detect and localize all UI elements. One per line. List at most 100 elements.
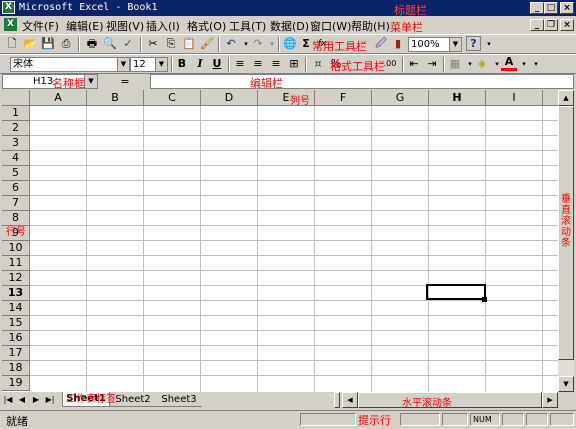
font-color-icon[interactable]: A — [501, 56, 517, 71]
row-header-19[interactable]: 19 — [2, 376, 30, 391]
underline-button[interactable]: U — [209, 56, 225, 72]
chevron-down-icon[interactable]: ▼ — [449, 38, 461, 51]
align-left-icon[interactable]: ≡ — [232, 56, 248, 72]
active-cell[interactable] — [426, 284, 486, 300]
new-icon[interactable]: 🗋 — [4, 36, 20, 52]
row-header-10[interactable]: 10 — [2, 241, 30, 256]
minimize-button[interactable]: _ — [530, 2, 544, 14]
excel-icon[interactable]: X — [2, 1, 15, 14]
scroll-down-button[interactable]: ▼ — [558, 376, 574, 392]
next-sheet-button[interactable]: ▶ — [30, 394, 42, 406]
row-header-6[interactable]: 6 — [2, 181, 30, 196]
tab-split-handle[interactable] — [334, 392, 340, 408]
chevron-down-icon[interactable]: ▼ — [155, 58, 167, 71]
menu-insert[interactable]: 插入(I) — [146, 18, 180, 34]
doc-restore-button[interactable]: ❐ — [544, 19, 558, 31]
doc-minimize-button[interactable]: _ — [530, 19, 544, 31]
permission-icon[interactable]: ⎙ — [58, 36, 74, 52]
column-header-c[interactable]: C — [144, 90, 201, 106]
close-button[interactable]: × — [560, 2, 574, 14]
row-header-15[interactable]: 15 — [2, 316, 30, 331]
scroll-up-button[interactable]: ▲ — [558, 90, 574, 106]
toolbar-options-icon[interactable]: ▾ — [528, 56, 544, 72]
vertical-scrollbar[interactable]: ▲ ▼ 垂直滚动条 — [558, 90, 574, 392]
scroll-right-button[interactable]: ▶ — [542, 392, 558, 408]
column-header-d[interactable]: D — [201, 90, 258, 106]
print-icon[interactable]: 🖶 — [84, 36, 100, 52]
menu-format[interactable]: 格式(O) — [187, 18, 226, 34]
fill-color-icon[interactable]: ◈ — [474, 56, 490, 72]
menu-help[interactable]: 帮助(H) — [351, 18, 390, 34]
row-header-3[interactable]: 3 — [2, 136, 30, 151]
equals-icon[interactable]: = — [100, 74, 150, 89]
menu-window[interactable]: 窗口(W) — [310, 18, 351, 34]
paste-icon[interactable]: 📋 — [181, 36, 197, 52]
row-header-1[interactable]: 1 — [2, 106, 30, 121]
borders-icon[interactable]: ▦ — [447, 56, 463, 72]
last-sheet-button[interactable]: ▶| — [44, 394, 56, 406]
hyperlink-icon[interactable]: 🌐 — [282, 36, 298, 52]
help-dropdown-icon[interactable]: ▾ — [481, 36, 497, 52]
column-header-f[interactable]: F — [315, 90, 372, 106]
undo-icon[interactable]: ↶ — [223, 36, 239, 52]
decrease-indent-icon[interactable]: ⇤ — [406, 56, 422, 72]
maximize-button[interactable]: □ — [544, 2, 558, 14]
cut-icon[interactable]: ✂ — [145, 36, 161, 52]
column-header-g[interactable]: G — [372, 90, 429, 106]
align-center-icon[interactable]: ≡ — [250, 56, 266, 72]
prev-sheet-button[interactable]: ◀ — [16, 394, 28, 406]
italic-button[interactable]: I — [192, 56, 208, 72]
chevron-down-icon[interactable]: ▼ — [84, 75, 97, 88]
column-header-partial[interactable] — [543, 90, 558, 106]
formula-input[interactable] — [150, 74, 574, 89]
menu-view[interactable]: 视图(V) — [106, 18, 144, 34]
row-header-12[interactable]: 12 — [2, 271, 30, 286]
first-sheet-button[interactable]: |◀ — [2, 394, 14, 406]
row-header-13[interactable]: 13 — [2, 286, 30, 301]
increase-indent-icon[interactable]: ⇥ — [424, 56, 440, 72]
zoom-select[interactable]: 100% ▼ — [408, 37, 462, 52]
copy-icon[interactable]: ⎘ — [163, 36, 179, 52]
workbook-icon[interactable]: X — [4, 18, 17, 31]
decrease-decimal-icon[interactable]: .00 — [382, 56, 398, 72]
row-header-17[interactable]: 17 — [2, 346, 30, 361]
format-painter-icon[interactable]: 🖌 — [199, 36, 215, 52]
sheet-tab-sheet2[interactable]: Sheet2 — [110, 393, 156, 407]
menu-data[interactable]: 数据(D) — [270, 18, 309, 34]
merge-center-icon[interactable]: ⊞ — [286, 56, 302, 72]
select-all-corner[interactable] — [2, 90, 30, 106]
column-header-a[interactable]: A — [30, 90, 87, 106]
row-header-7[interactable]: 7 — [2, 196, 30, 211]
chevron-down-icon[interactable]: ▼ — [117, 58, 129, 71]
column-header-b[interactable]: B — [87, 90, 144, 106]
row-header-5[interactable]: 5 — [2, 166, 30, 181]
sheet-tab-sheet3[interactable]: Sheet3 — [156, 393, 202, 407]
worksheet-grid[interactable]: A B C D E F G H I 列号 1 2 3 4 5 6 7 8 9 1… — [2, 90, 558, 392]
font-size-select[interactable]: 12 ▼ — [130, 57, 168, 72]
align-right-icon[interactable]: ≡ — [268, 56, 284, 72]
help-icon[interactable]: ? — [466, 36, 481, 51]
currency-icon[interactable]: ¤ — [310, 56, 326, 72]
print-preview-icon[interactable]: 🔍 — [102, 36, 118, 52]
bold-button[interactable]: B — [174, 56, 190, 72]
chart-wizard-icon[interactable]: ▮ — [390, 36, 406, 52]
doc-close-button[interactable]: × — [560, 19, 574, 31]
menu-file[interactable]: 文件(F) — [22, 18, 59, 34]
font-select[interactable]: 宋体 ▼ — [10, 57, 130, 72]
menu-tools[interactable]: 工具(T) — [229, 18, 266, 34]
row-header-11[interactable]: 11 — [2, 256, 30, 271]
spelling-icon[interactable]: ✓ — [120, 36, 136, 52]
drawing-icon[interactable]: 🖉 — [373, 36, 389, 52]
open-icon[interactable]: 📂 — [22, 36, 38, 52]
scroll-left-button[interactable]: ◀ — [342, 392, 358, 408]
save-icon[interactable]: 💾 — [40, 36, 56, 52]
row-header-18[interactable]: 18 — [2, 361, 30, 376]
row-header-16[interactable]: 16 — [2, 331, 30, 346]
row-header-14[interactable]: 14 — [2, 301, 30, 316]
row-header-4[interactable]: 4 — [2, 151, 30, 166]
column-header-i[interactable]: I — [486, 90, 543, 106]
fill-handle[interactable] — [482, 297, 487, 302]
menu-edit[interactable]: 编辑(E) — [66, 18, 104, 34]
column-header-h[interactable]: H — [429, 90, 486, 106]
row-header-2[interactable]: 2 — [2, 121, 30, 136]
